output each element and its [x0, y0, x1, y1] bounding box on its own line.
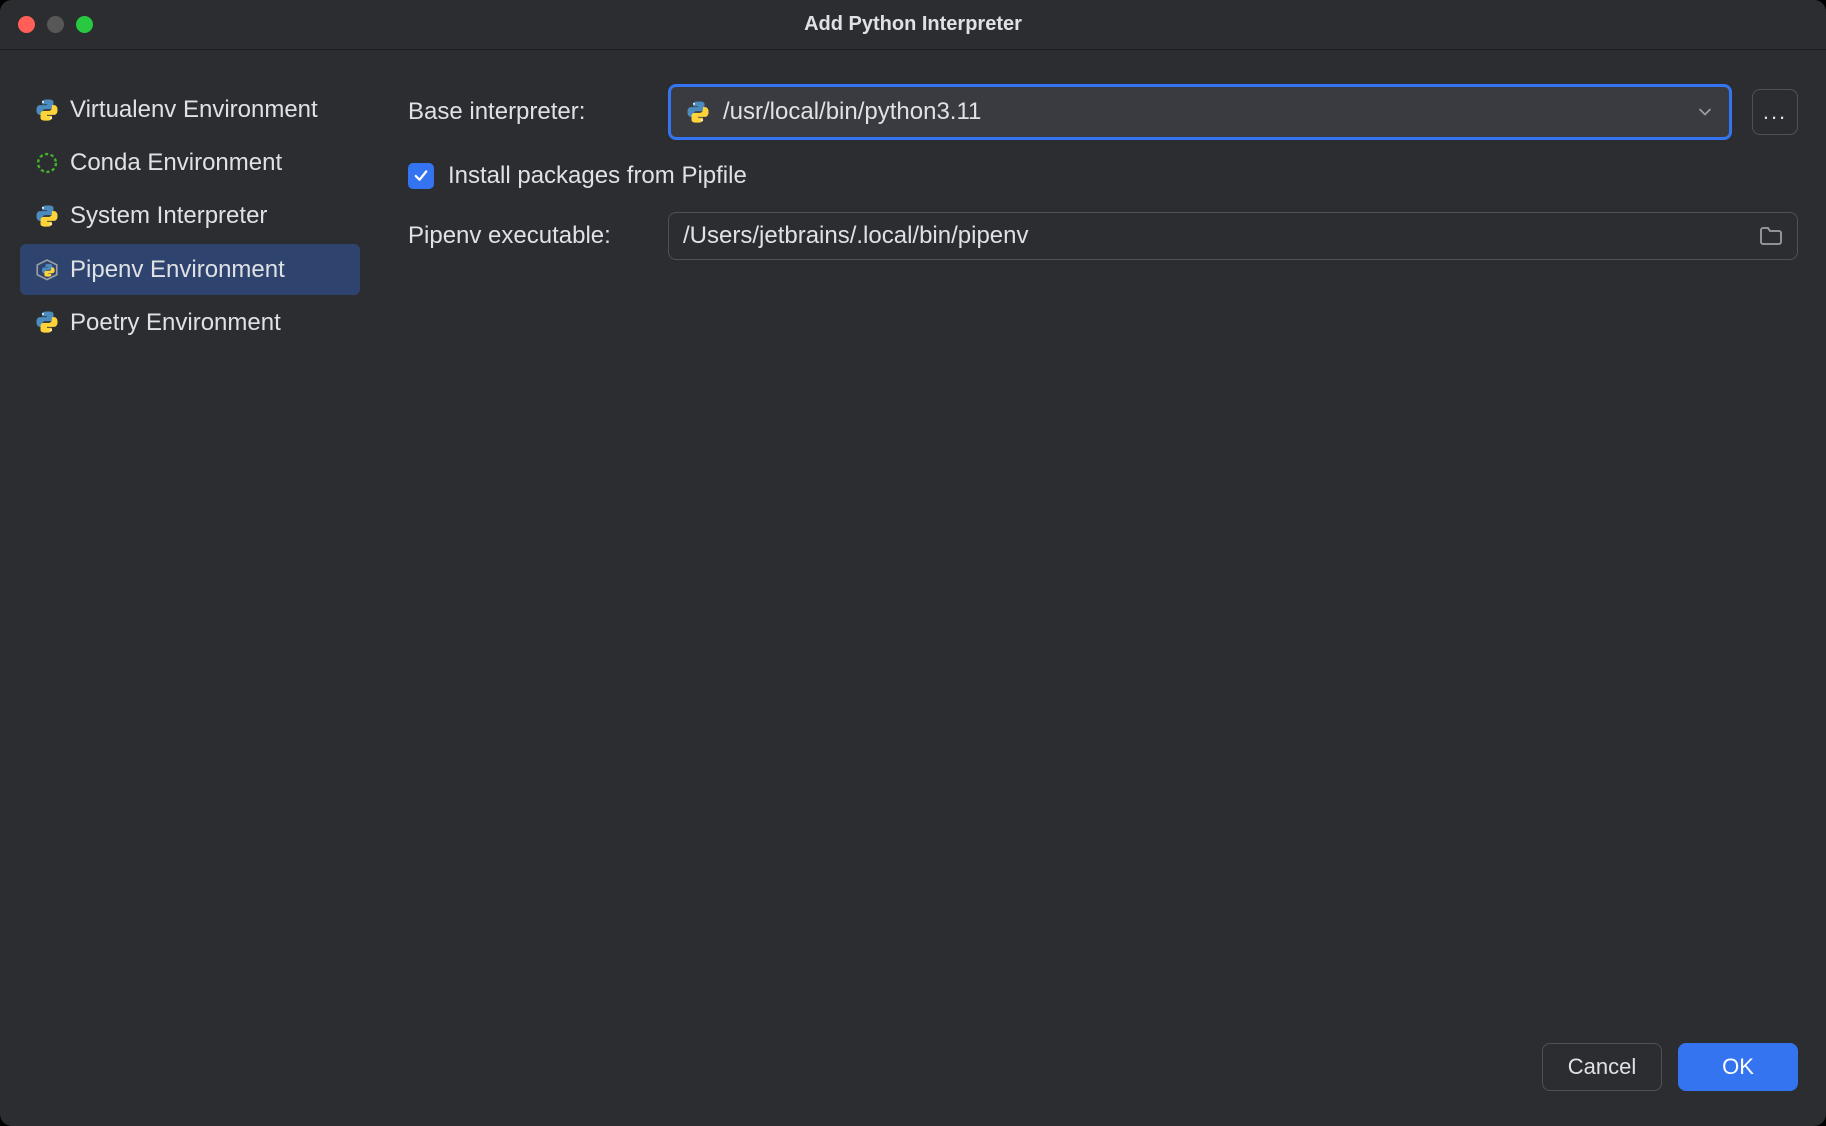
- cancel-button-label: Cancel: [1568, 1054, 1636, 1080]
- sidebar-item-label: Virtualenv Environment: [70, 94, 318, 125]
- sidebar-item-system[interactable]: System Interpreter: [20, 190, 360, 241]
- dialog-title: Add Python Interpreter: [0, 13, 1826, 36]
- ok-button-label: OK: [1722, 1054, 1754, 1080]
- folder-icon[interactable]: [1759, 226, 1783, 246]
- sidebar-item-conda[interactable]: Conda Environment: [20, 137, 360, 188]
- pipenv-executable-input[interactable]: [683, 222, 1747, 250]
- install-packages-checkbox[interactable]: [408, 163, 434, 189]
- base-interpreter-dropdown[interactable]: /usr/local/bin/python3.11: [668, 84, 1732, 140]
- conda-icon: [34, 150, 60, 176]
- base-interpreter-value: /usr/local/bin/python3.11: [723, 98, 1683, 126]
- sidebar-item-label: Poetry Environment: [70, 307, 281, 338]
- main-panel: Base interpreter: /usr/local/bin/python3…: [380, 70, 1826, 1036]
- pipenv-executable-label: Pipenv executable:: [408, 222, 648, 250]
- python-icon: [34, 97, 60, 123]
- checkmark-icon: [412, 167, 430, 185]
- traffic-lights: [18, 16, 93, 33]
- python-icon: [685, 99, 711, 125]
- dialog-window: Add Python Interpreter Virtualenv Enviro…: [0, 0, 1826, 1126]
- sidebar-item-label: Pipenv Environment: [70, 254, 285, 285]
- pipenv-executable-row: Pipenv executable:: [408, 212, 1798, 260]
- install-packages-row: Install packages from Pipfile: [408, 162, 1798, 190]
- cancel-button[interactable]: Cancel: [1542, 1043, 1662, 1091]
- dialog-content: Virtualenv Environment Conda Environment…: [0, 50, 1826, 1036]
- install-packages-label: Install packages from Pipfile: [448, 162, 747, 190]
- dialog-body: Virtualenv Environment Conda Environment…: [0, 50, 1826, 1126]
- pipenv-icon: [34, 256, 60, 282]
- ellipsis-icon: ...: [1763, 99, 1787, 125]
- sidebar-item-label: System Interpreter: [70, 200, 267, 231]
- dialog-footer: Cancel OK: [0, 1036, 1826, 1126]
- python-icon: [34, 203, 60, 229]
- maximize-window-button[interactable]: [76, 16, 93, 33]
- sidebar-item-label: Conda Environment: [70, 147, 282, 178]
- sidebar-item-poetry[interactable]: Poetry Environment: [20, 297, 360, 348]
- python-icon: [34, 309, 60, 335]
- base-interpreter-row: Base interpreter: /usr/local/bin/python3…: [408, 84, 1798, 140]
- chevron-down-icon: [1695, 102, 1715, 122]
- pipenv-executable-field-wrapper: [668, 212, 1798, 260]
- ok-button[interactable]: OK: [1678, 1043, 1798, 1091]
- minimize-window-button[interactable]: [47, 16, 64, 33]
- title-bar: Add Python Interpreter: [0, 0, 1826, 50]
- sidebar-item-pipenv[interactable]: Pipenv Environment: [20, 244, 360, 295]
- sidebar-item-virtualenv[interactable]: Virtualenv Environment: [20, 84, 360, 135]
- sidebar: Virtualenv Environment Conda Environment…: [0, 70, 380, 1036]
- base-interpreter-label: Base interpreter:: [408, 98, 648, 126]
- close-window-button[interactable]: [18, 16, 35, 33]
- browse-interpreter-button[interactable]: ...: [1752, 89, 1798, 135]
